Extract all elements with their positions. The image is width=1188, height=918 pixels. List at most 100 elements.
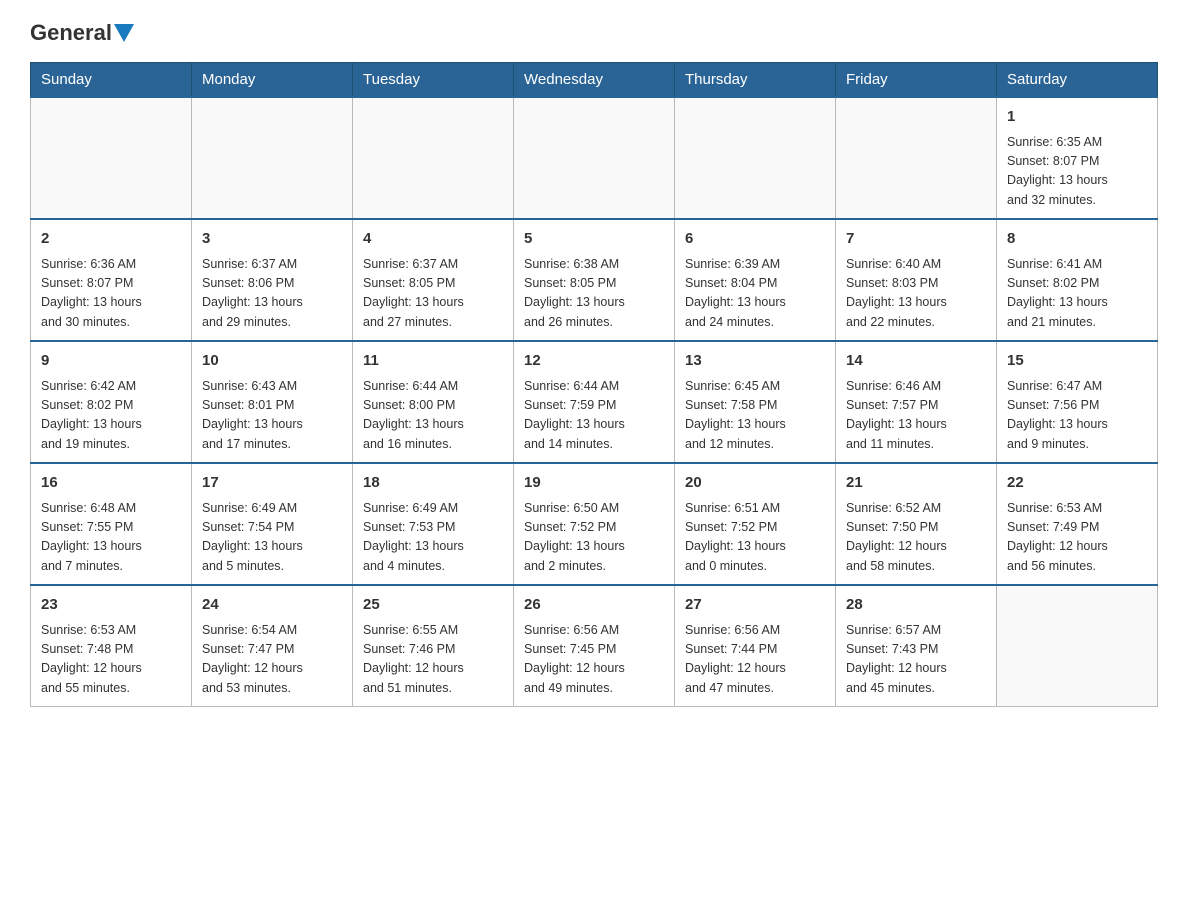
calendar-cell bbox=[675, 97, 836, 219]
calendar-cell: 16 Sunrise: 6:48 AM Sunset: 7:55 PM Dayli… bbox=[31, 463, 192, 585]
day-info: Sunrise: 6:36 AM Sunset: 8:07 PM Dayligh… bbox=[41, 255, 181, 333]
day-of-week-header: Monday bbox=[192, 63, 353, 98]
calendar-cell: 8 Sunrise: 6:41 AM Sunset: 8:02 PM Daylig… bbox=[997, 219, 1158, 341]
calendar-cell: 21 Sunrise: 6:52 AM Sunset: 7:50 PM Dayli… bbox=[836, 463, 997, 585]
day-of-week-header: Sunday bbox=[31, 63, 192, 98]
calendar-cell: 6Sunrise: 6:39 AM Sunset: 8:04 PM Daylig… bbox=[675, 219, 836, 341]
day-number: 11 bbox=[363, 350, 503, 373]
day-info: Sunrise: 6:49 AM Sunset: 7:54 PM Dayligh… bbox=[202, 499, 342, 577]
calendar-cell: 2 Sunrise: 6:36 AM Sunset: 8:07 PM Daylig… bbox=[31, 219, 192, 341]
logo: General bbox=[30, 20, 136, 46]
page-header: General bbox=[30, 20, 1158, 46]
calendar-cell: 25Sunrise: 6:55 AM Sunset: 7:46 PM Dayli… bbox=[353, 585, 514, 707]
day-of-week-header: Friday bbox=[836, 63, 997, 98]
calendar-cell: 22Sunrise: 6:53 AM Sunset: 7:49 PM Dayli… bbox=[997, 463, 1158, 585]
calendar-cell: 10 Sunrise: 6:43 AM Sunset: 8:01 PM Dayli… bbox=[192, 341, 353, 463]
day-number: 23 bbox=[41, 594, 181, 617]
day-number: 10 bbox=[202, 350, 342, 373]
calendar-cell: 19 Sunrise: 6:50 AM Sunset: 7:52 PM Dayli… bbox=[514, 463, 675, 585]
day-info: Sunrise: 6:55 AM Sunset: 7:46 PM Dayligh… bbox=[363, 621, 503, 699]
calendar-cell: 24 Sunrise: 6:54 AM Sunset: 7:47 PM Dayli… bbox=[192, 585, 353, 707]
day-info: Sunrise: 6:54 AM Sunset: 7:47 PM Dayligh… bbox=[202, 621, 342, 699]
day-info: Sunrise: 6:56 AM Sunset: 7:44 PM Dayligh… bbox=[685, 621, 825, 699]
calendar-table: SundayMondayTuesdayWednesdayThursdayFrid… bbox=[30, 62, 1158, 707]
day-info: Sunrise: 6:39 AM Sunset: 8:04 PM Dayligh… bbox=[685, 255, 825, 333]
day-info: Sunrise: 6:44 AM Sunset: 8:00 PM Dayligh… bbox=[363, 377, 503, 455]
day-number: 26 bbox=[524, 594, 664, 617]
day-number: 13 bbox=[685, 350, 825, 373]
day-info: Sunrise: 6:41 AM Sunset: 8:02 PM Dayligh… bbox=[1007, 255, 1147, 333]
day-number: 4 bbox=[363, 228, 503, 251]
day-info: Sunrise: 6:52 AM Sunset: 7:50 PM Dayligh… bbox=[846, 499, 986, 577]
calendar-week-row: 9 Sunrise: 6:42 AM Sunset: 8:02 PM Daylig… bbox=[31, 341, 1158, 463]
day-number: 21 bbox=[846, 472, 986, 495]
calendar-week-row: 16 Sunrise: 6:48 AM Sunset: 7:55 PM Dayli… bbox=[31, 463, 1158, 585]
calendar-cell: 17 Sunrise: 6:49 AM Sunset: 7:54 PM Dayli… bbox=[192, 463, 353, 585]
day-number: 7 bbox=[846, 228, 986, 251]
calendar-cell: 1 Sunrise: 6:35 AM Sunset: 8:07 PM Daylig… bbox=[997, 97, 1158, 219]
calendar-cell: 11 Sunrise: 6:44 AM Sunset: 8:00 PM Dayli… bbox=[353, 341, 514, 463]
day-number: 19 bbox=[524, 472, 664, 495]
day-number: 24 bbox=[202, 594, 342, 617]
logo-triangle-icon bbox=[114, 24, 134, 42]
calendar-cell: 15 Sunrise: 6:47 AM Sunset: 7:56 PM Dayli… bbox=[997, 341, 1158, 463]
calendar-cell: 5Sunrise: 6:38 AM Sunset: 8:05 PM Daylig… bbox=[514, 219, 675, 341]
calendar-cell: 28 Sunrise: 6:57 AM Sunset: 7:43 PM Dayli… bbox=[836, 585, 997, 707]
day-number: 16 bbox=[41, 472, 181, 495]
day-info: Sunrise: 6:48 AM Sunset: 7:55 PM Dayligh… bbox=[41, 499, 181, 577]
day-of-week-header: Saturday bbox=[997, 63, 1158, 98]
day-number: 8 bbox=[1007, 228, 1147, 251]
calendar-cell: 4 Sunrise: 6:37 AM Sunset: 8:05 PM Daylig… bbox=[353, 219, 514, 341]
day-of-week-header: Wednesday bbox=[514, 63, 675, 98]
calendar-week-row: 2 Sunrise: 6:36 AM Sunset: 8:07 PM Daylig… bbox=[31, 219, 1158, 341]
calendar-cell bbox=[31, 97, 192, 219]
calendar-cell: 20 Sunrise: 6:51 AM Sunset: 7:52 PM Dayli… bbox=[675, 463, 836, 585]
calendar-cell: 23 Sunrise: 6:53 AM Sunset: 7:48 PM Dayli… bbox=[31, 585, 192, 707]
day-info: Sunrise: 6:35 AM Sunset: 8:07 PM Dayligh… bbox=[1007, 133, 1147, 211]
day-of-week-header: Thursday bbox=[675, 63, 836, 98]
calendar-cell bbox=[192, 97, 353, 219]
day-info: Sunrise: 6:42 AM Sunset: 8:02 PM Dayligh… bbox=[41, 377, 181, 455]
day-info: Sunrise: 6:49 AM Sunset: 7:53 PM Dayligh… bbox=[363, 499, 503, 577]
calendar-week-row: 23 Sunrise: 6:53 AM Sunset: 7:48 PM Dayli… bbox=[31, 585, 1158, 707]
day-number: 12 bbox=[524, 350, 664, 373]
calendar-header-row: SundayMondayTuesdayWednesdayThursdayFrid… bbox=[31, 63, 1158, 98]
day-info: Sunrise: 6:40 AM Sunset: 8:03 PM Dayligh… bbox=[846, 255, 986, 333]
day-info: Sunrise: 6:56 AM Sunset: 7:45 PM Dayligh… bbox=[524, 621, 664, 699]
calendar-cell: 7 Sunrise: 6:40 AM Sunset: 8:03 PM Daylig… bbox=[836, 219, 997, 341]
calendar-week-row: 1 Sunrise: 6:35 AM Sunset: 8:07 PM Daylig… bbox=[31, 97, 1158, 219]
calendar-cell: 27 Sunrise: 6:56 AM Sunset: 7:44 PM Dayli… bbox=[675, 585, 836, 707]
day-number: 1 bbox=[1007, 106, 1147, 129]
calendar-cell: 26 Sunrise: 6:56 AM Sunset: 7:45 PM Dayli… bbox=[514, 585, 675, 707]
calendar-cell: 18Sunrise: 6:49 AM Sunset: 7:53 PM Dayli… bbox=[353, 463, 514, 585]
day-number: 28 bbox=[846, 594, 986, 617]
day-info: Sunrise: 6:51 AM Sunset: 7:52 PM Dayligh… bbox=[685, 499, 825, 577]
calendar-cell: 9 Sunrise: 6:42 AM Sunset: 8:02 PM Daylig… bbox=[31, 341, 192, 463]
day-number: 2 bbox=[41, 228, 181, 251]
calendar-cell: 3 Sunrise: 6:37 AM Sunset: 8:06 PM Daylig… bbox=[192, 219, 353, 341]
day-info: Sunrise: 6:43 AM Sunset: 8:01 PM Dayligh… bbox=[202, 377, 342, 455]
day-number: 20 bbox=[685, 472, 825, 495]
day-number: 27 bbox=[685, 594, 825, 617]
calendar-cell bbox=[514, 97, 675, 219]
day-of-week-header: Tuesday bbox=[353, 63, 514, 98]
calendar-cell bbox=[997, 585, 1158, 707]
day-number: 3 bbox=[202, 228, 342, 251]
day-info: Sunrise: 6:37 AM Sunset: 8:05 PM Dayligh… bbox=[363, 255, 503, 333]
day-number: 15 bbox=[1007, 350, 1147, 373]
day-number: 9 bbox=[41, 350, 181, 373]
day-info: Sunrise: 6:50 AM Sunset: 7:52 PM Dayligh… bbox=[524, 499, 664, 577]
day-info: Sunrise: 6:53 AM Sunset: 7:48 PM Dayligh… bbox=[41, 621, 181, 699]
day-info: Sunrise: 6:46 AM Sunset: 7:57 PM Dayligh… bbox=[846, 377, 986, 455]
day-info: Sunrise: 6:45 AM Sunset: 7:58 PM Dayligh… bbox=[685, 377, 825, 455]
day-number: 17 bbox=[202, 472, 342, 495]
day-info: Sunrise: 6:57 AM Sunset: 7:43 PM Dayligh… bbox=[846, 621, 986, 699]
calendar-cell: 12 Sunrise: 6:44 AM Sunset: 7:59 PM Dayli… bbox=[514, 341, 675, 463]
day-info: Sunrise: 6:37 AM Sunset: 8:06 PM Dayligh… bbox=[202, 255, 342, 333]
day-number: 5 bbox=[524, 228, 664, 251]
day-info: Sunrise: 6:47 AM Sunset: 7:56 PM Dayligh… bbox=[1007, 377, 1147, 455]
calendar-cell: 14Sunrise: 6:46 AM Sunset: 7:57 PM Dayli… bbox=[836, 341, 997, 463]
day-info: Sunrise: 6:44 AM Sunset: 7:59 PM Dayligh… bbox=[524, 377, 664, 455]
day-number: 22 bbox=[1007, 472, 1147, 495]
calendar-cell bbox=[353, 97, 514, 219]
